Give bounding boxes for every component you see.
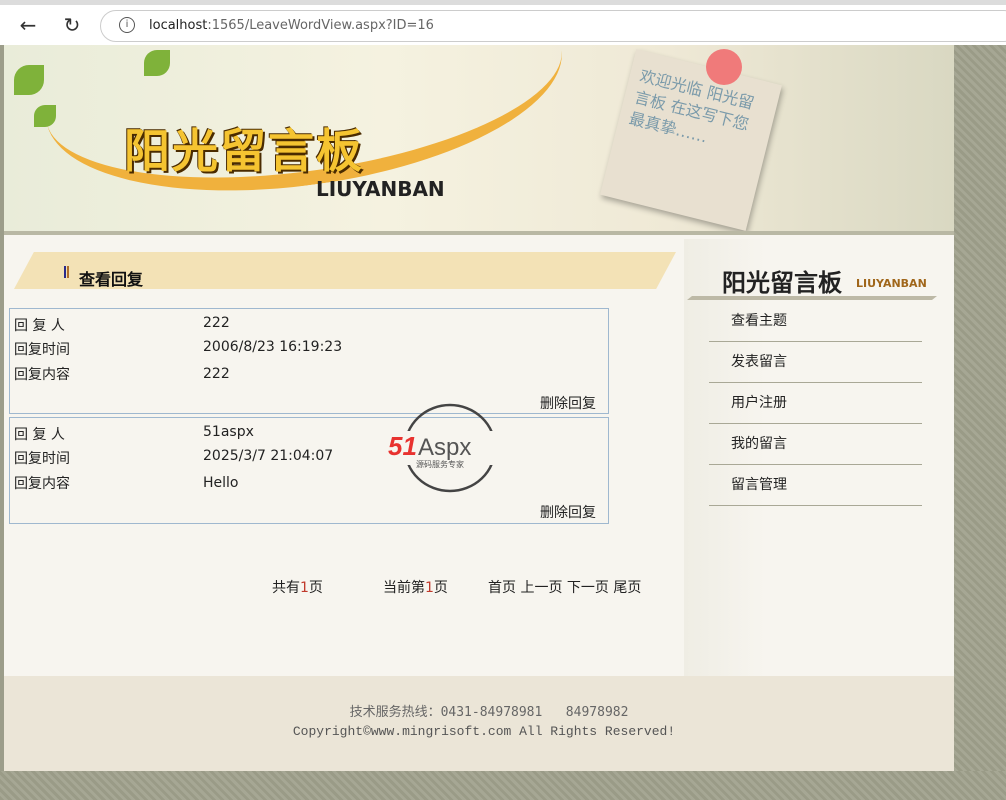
sidebar-item-my-messages[interactable]: 我的留言 xyxy=(709,424,922,465)
footer: 技术服务热线：0431-84978981 84978982 Copyright©… xyxy=(4,676,954,771)
last-page-link[interactable]: 尾页 xyxy=(613,580,641,596)
sidebar-item-view-topics[interactable]: 查看主题 xyxy=(709,301,922,342)
sidebar-subtitle: LIUYANBAN xyxy=(856,277,927,290)
prev-page-link[interactable]: 上一页 xyxy=(520,580,562,596)
info-icon[interactable]: i xyxy=(119,17,135,33)
footer-hotline: 技术服务热线：0431-84978981 84978982 xyxy=(349,705,629,720)
page-count: 共有1页 xyxy=(272,577,323,597)
header-banner: 阳光留言板 LIUYANBAN 欢迎光临 阳光留言板 在这写下您最真挚…… xyxy=(4,45,954,235)
banner-note: 欢迎光临 阳光留言板 在这写下您最真挚…… xyxy=(600,49,782,231)
replier-label: 回 复 人 xyxy=(14,318,65,334)
background-stripes-bottom xyxy=(0,771,1006,800)
sidebar-item-manage-messages[interactable]: 留言管理 xyxy=(709,465,922,506)
page-count-value: 1 xyxy=(300,580,309,596)
pager-links: 首页 上一页 下一页 尾页 xyxy=(488,577,641,597)
background-stripes xyxy=(954,45,1006,800)
reply-item: 回 复 人 222 回复时间 2006/8/23 16:19:23 回复内容 2… xyxy=(9,308,609,414)
heart-icon xyxy=(706,49,742,85)
back-button[interactable]: ← xyxy=(14,13,42,37)
url-path: :1565/LeaveWordView.aspx?ID=16 xyxy=(207,18,434,33)
reload-button[interactable]: ↻ xyxy=(58,13,86,37)
section-title: 查看回复 xyxy=(79,270,144,289)
sidebar: 阳光留言板 LIUYANBAN 查看主题 发表留言 用户注册 我的留言 留言管理 xyxy=(684,239,954,676)
svg-text:源码服务专家: 源码服务专家 xyxy=(416,459,464,469)
current-page: 当前第1页 xyxy=(383,577,448,597)
bars-icon xyxy=(64,266,69,278)
sidebar-menu: 查看主题 发表留言 用户注册 我的留言 留言管理 xyxy=(709,301,922,506)
replier-value: 51aspx xyxy=(203,424,254,440)
reply-item: 回 复 人 51aspx 回复时间 2025/3/7 21:04:07 回复内容… xyxy=(9,417,609,524)
content-value: 222 xyxy=(203,366,230,382)
page-count-prefix: 共有 xyxy=(272,580,300,596)
footer-copyright: Copyright©www.mingrisoft.com All Rights … xyxy=(292,724,676,739)
current-page-prefix: 当前第 xyxy=(383,580,425,596)
leaf-decoration xyxy=(14,65,44,95)
time-value: 2025/3/7 21:04:07 xyxy=(203,448,334,464)
browser-toolbar: ← ↻ i localhost:1565/LeaveWordView.aspx?… xyxy=(0,0,1006,45)
address-bar[interactable]: i localhost:1565/LeaveWordView.aspx?ID=1… xyxy=(100,10,1006,42)
delete-reply-link[interactable]: 删除回复 xyxy=(540,502,596,522)
main-content: 查看回复 回 复 人 222 回复时间 2006/8/23 16:19:23 回… xyxy=(4,239,684,676)
delete-reply-link[interactable]: 删除回复 xyxy=(540,393,596,413)
sidebar-divider xyxy=(687,296,937,300)
sidebar-item-post-message[interactable]: 发表留言 xyxy=(709,342,922,383)
content-label: 回复内容 xyxy=(14,367,70,383)
watermark-logo: 51 Aspx 源码服务专家 xyxy=(388,403,512,493)
time-label: 回复时间 xyxy=(14,342,70,358)
next-page-link[interactable]: 下一页 xyxy=(567,580,609,596)
page-count-suffix: 页 xyxy=(308,580,323,596)
current-page-suffix: 页 xyxy=(433,580,448,596)
sidebar-title: 阳光留言板 xyxy=(722,269,842,297)
site-logo: 阳光留言板 xyxy=(124,124,364,178)
content-value: Hello xyxy=(203,475,239,491)
current-page-value: 1 xyxy=(425,580,434,596)
time-value: 2006/8/23 16:19:23 xyxy=(203,339,343,355)
content-label: 回复内容 xyxy=(14,476,70,492)
url-host: localhost xyxy=(149,18,208,33)
svg-text:51: 51 xyxy=(388,431,417,461)
svg-text:Aspx: Aspx xyxy=(418,434,471,461)
replier-label: 回 复 人 xyxy=(14,427,65,443)
sidebar-item-register[interactable]: 用户注册 xyxy=(709,383,922,424)
time-label: 回复时间 xyxy=(14,451,70,467)
first-page-link[interactable]: 首页 xyxy=(488,580,516,596)
site-logo-subtitle: LIUYANBAN xyxy=(316,177,445,201)
leaf-decoration xyxy=(34,105,56,127)
replier-value: 222 xyxy=(203,315,230,331)
leaf-decoration xyxy=(144,50,170,76)
